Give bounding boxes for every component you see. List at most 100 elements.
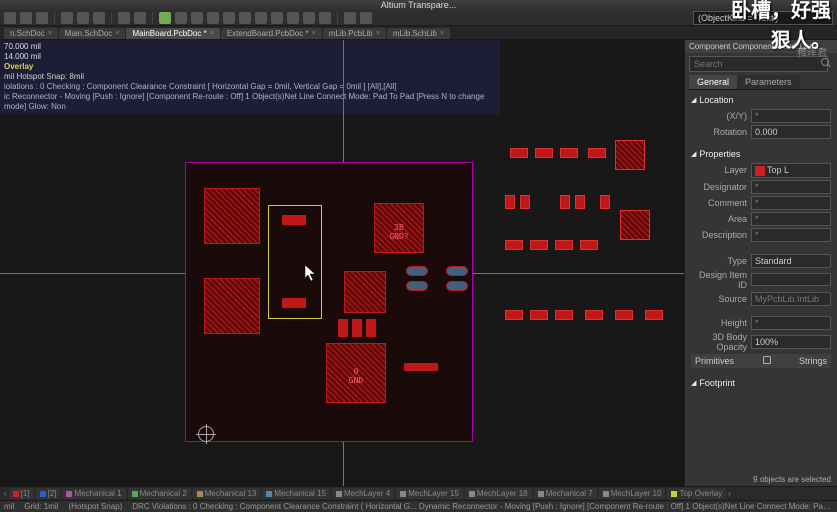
tool-redo-icon[interactable] xyxy=(134,12,146,24)
component[interactable] xyxy=(366,319,376,337)
component[interactable] xyxy=(505,195,515,209)
component[interactable] xyxy=(352,319,362,337)
tab-general[interactable]: General xyxy=(689,75,737,89)
layer-tab[interactable]: MechLayer 15 xyxy=(396,488,463,499)
description-field[interactable]: * xyxy=(751,228,831,242)
layer-tab[interactable]: Mechanical 1 xyxy=(62,488,125,499)
primitives-label[interactable]: Primitives xyxy=(695,356,734,366)
layer-tab[interactable]: MechLayer 4 xyxy=(332,488,394,499)
close-icon[interactable]: × xyxy=(48,30,52,37)
close-icon[interactable]: × xyxy=(115,30,119,37)
tool-cut-icon[interactable] xyxy=(61,12,73,24)
designator-field[interactable]: * xyxy=(751,180,831,194)
component-capacitor[interactable] xyxy=(406,266,428,276)
component[interactable] xyxy=(615,310,633,320)
tool-3d-icon[interactable] xyxy=(303,12,315,24)
tool-zoom-icon[interactable] xyxy=(159,12,171,24)
component[interactable] xyxy=(338,319,348,337)
area-field[interactable]: * xyxy=(751,212,831,226)
component[interactable] xyxy=(530,240,548,250)
component[interactable] xyxy=(555,240,573,250)
section-title[interactable]: Location xyxy=(691,93,831,107)
comment-field[interactable]: * xyxy=(751,196,831,210)
tool-pad-icon[interactable] xyxy=(255,12,267,24)
pcb-canvas[interactable]: 70.000 mil 14.000 mil Overlay mil Hotspo… xyxy=(0,40,684,486)
tool-open-icon[interactable] xyxy=(20,12,32,24)
tool-via-icon[interactable] xyxy=(239,12,251,24)
component-capacitor[interactable] xyxy=(446,266,468,276)
component[interactable] xyxy=(520,195,530,209)
layer-field[interactable]: Top L xyxy=(751,163,831,178)
component-ic[interactable] xyxy=(344,271,386,313)
document-tab[interactable]: mLib.PcbLib× xyxy=(323,28,386,39)
tool-fit-icon[interactable] xyxy=(175,12,187,24)
layer-tab[interactable]: Mechanical 15 xyxy=(262,488,330,499)
layer-tab[interactable]: [1] xyxy=(9,488,34,499)
opacity-field[interactable]: 100% xyxy=(751,335,831,349)
component[interactable] xyxy=(620,210,650,240)
lock-icon[interactable] xyxy=(763,356,771,364)
document-tab[interactable]: Main.SchDoc× xyxy=(59,28,126,39)
component[interactable] xyxy=(204,188,260,244)
component[interactable] xyxy=(505,240,523,250)
tool-paste-icon[interactable] xyxy=(93,12,105,24)
close-icon[interactable]: × xyxy=(440,30,444,37)
height-field[interactable]: * xyxy=(751,316,831,330)
pcb-board-outline[interactable]: 2B GND? 0 GND xyxy=(185,162,473,442)
tool-undo-icon[interactable] xyxy=(118,12,130,24)
component-capacitor[interactable] xyxy=(406,281,428,291)
tool-measure-icon[interactable] xyxy=(287,12,299,24)
component[interactable] xyxy=(530,310,548,320)
layer-next-icon[interactable]: › xyxy=(728,489,731,498)
component-ic[interactable]: 2B GND? xyxy=(374,203,424,253)
tool-layer-icon[interactable] xyxy=(207,12,219,24)
layer-tab[interactable]: Mechanical 2 xyxy=(128,488,191,499)
tool-save-icon[interactable] xyxy=(36,12,48,24)
layer-prev-icon[interactable]: ‹ xyxy=(4,489,7,498)
document-tab[interactable]: mLib.SchLib× xyxy=(387,28,450,39)
tool-route-icon[interactable] xyxy=(223,12,235,24)
tool-align-icon[interactable] xyxy=(344,12,356,24)
component[interactable] xyxy=(404,363,438,371)
component[interactable] xyxy=(588,148,606,158)
component[interactable] xyxy=(555,310,573,320)
document-tab[interactable]: MainBoard.PcbDoc *× xyxy=(126,28,219,39)
component[interactable] xyxy=(580,240,598,250)
tool-grid-icon[interactable] xyxy=(191,12,203,24)
tool-flip-icon[interactable] xyxy=(360,12,372,24)
component-capacitor[interactable] xyxy=(446,281,468,291)
component[interactable] xyxy=(615,140,645,170)
layer-tab[interactable]: Mechanical 13 xyxy=(193,488,261,499)
layer-tab[interactable]: [2] xyxy=(36,488,61,499)
component[interactable] xyxy=(645,310,663,320)
component[interactable] xyxy=(600,195,610,209)
layer-tab[interactable]: Top Overlay xyxy=(667,488,726,499)
layer-tab[interactable]: MechLayer 18 xyxy=(465,488,532,499)
xy-field[interactable]: * xyxy=(751,109,831,123)
close-icon[interactable]: × xyxy=(376,30,380,37)
document-tab[interactable]: n.SchDoc× xyxy=(4,28,58,39)
component[interactable] xyxy=(585,310,603,320)
tab-parameters[interactable]: Parameters xyxy=(737,75,800,89)
component[interactable] xyxy=(510,148,528,158)
type-field[interactable]: Standard xyxy=(751,254,831,268)
tool-copy-icon[interactable] xyxy=(77,12,89,24)
component[interactable] xyxy=(575,195,585,209)
tool-text-icon[interactable] xyxy=(271,12,283,24)
layer-tab[interactable]: MechLayer 10 xyxy=(599,488,666,499)
close-icon[interactable]: × xyxy=(312,30,316,37)
tool-drc-icon[interactable] xyxy=(319,12,331,24)
component[interactable] xyxy=(535,148,553,158)
section-title[interactable]: Footprint xyxy=(691,376,831,390)
component-ic[interactable]: 0 GND xyxy=(326,343,386,403)
source-field[interactable]: MyPcbLib.IntLib xyxy=(751,292,831,306)
component[interactable] xyxy=(560,148,578,158)
design-item-field[interactable] xyxy=(751,273,831,286)
document-tab[interactable]: ExtendBoard.PcbDoc *× xyxy=(221,28,322,39)
rotation-field[interactable]: 0.000 xyxy=(751,125,831,139)
component[interactable] xyxy=(505,310,523,320)
layer-tab[interactable]: Mechanical 7 xyxy=(534,488,597,499)
close-icon[interactable]: × xyxy=(210,30,214,37)
strings-label[interactable]: Strings xyxy=(799,356,827,366)
tool-new-icon[interactable] xyxy=(4,12,16,24)
